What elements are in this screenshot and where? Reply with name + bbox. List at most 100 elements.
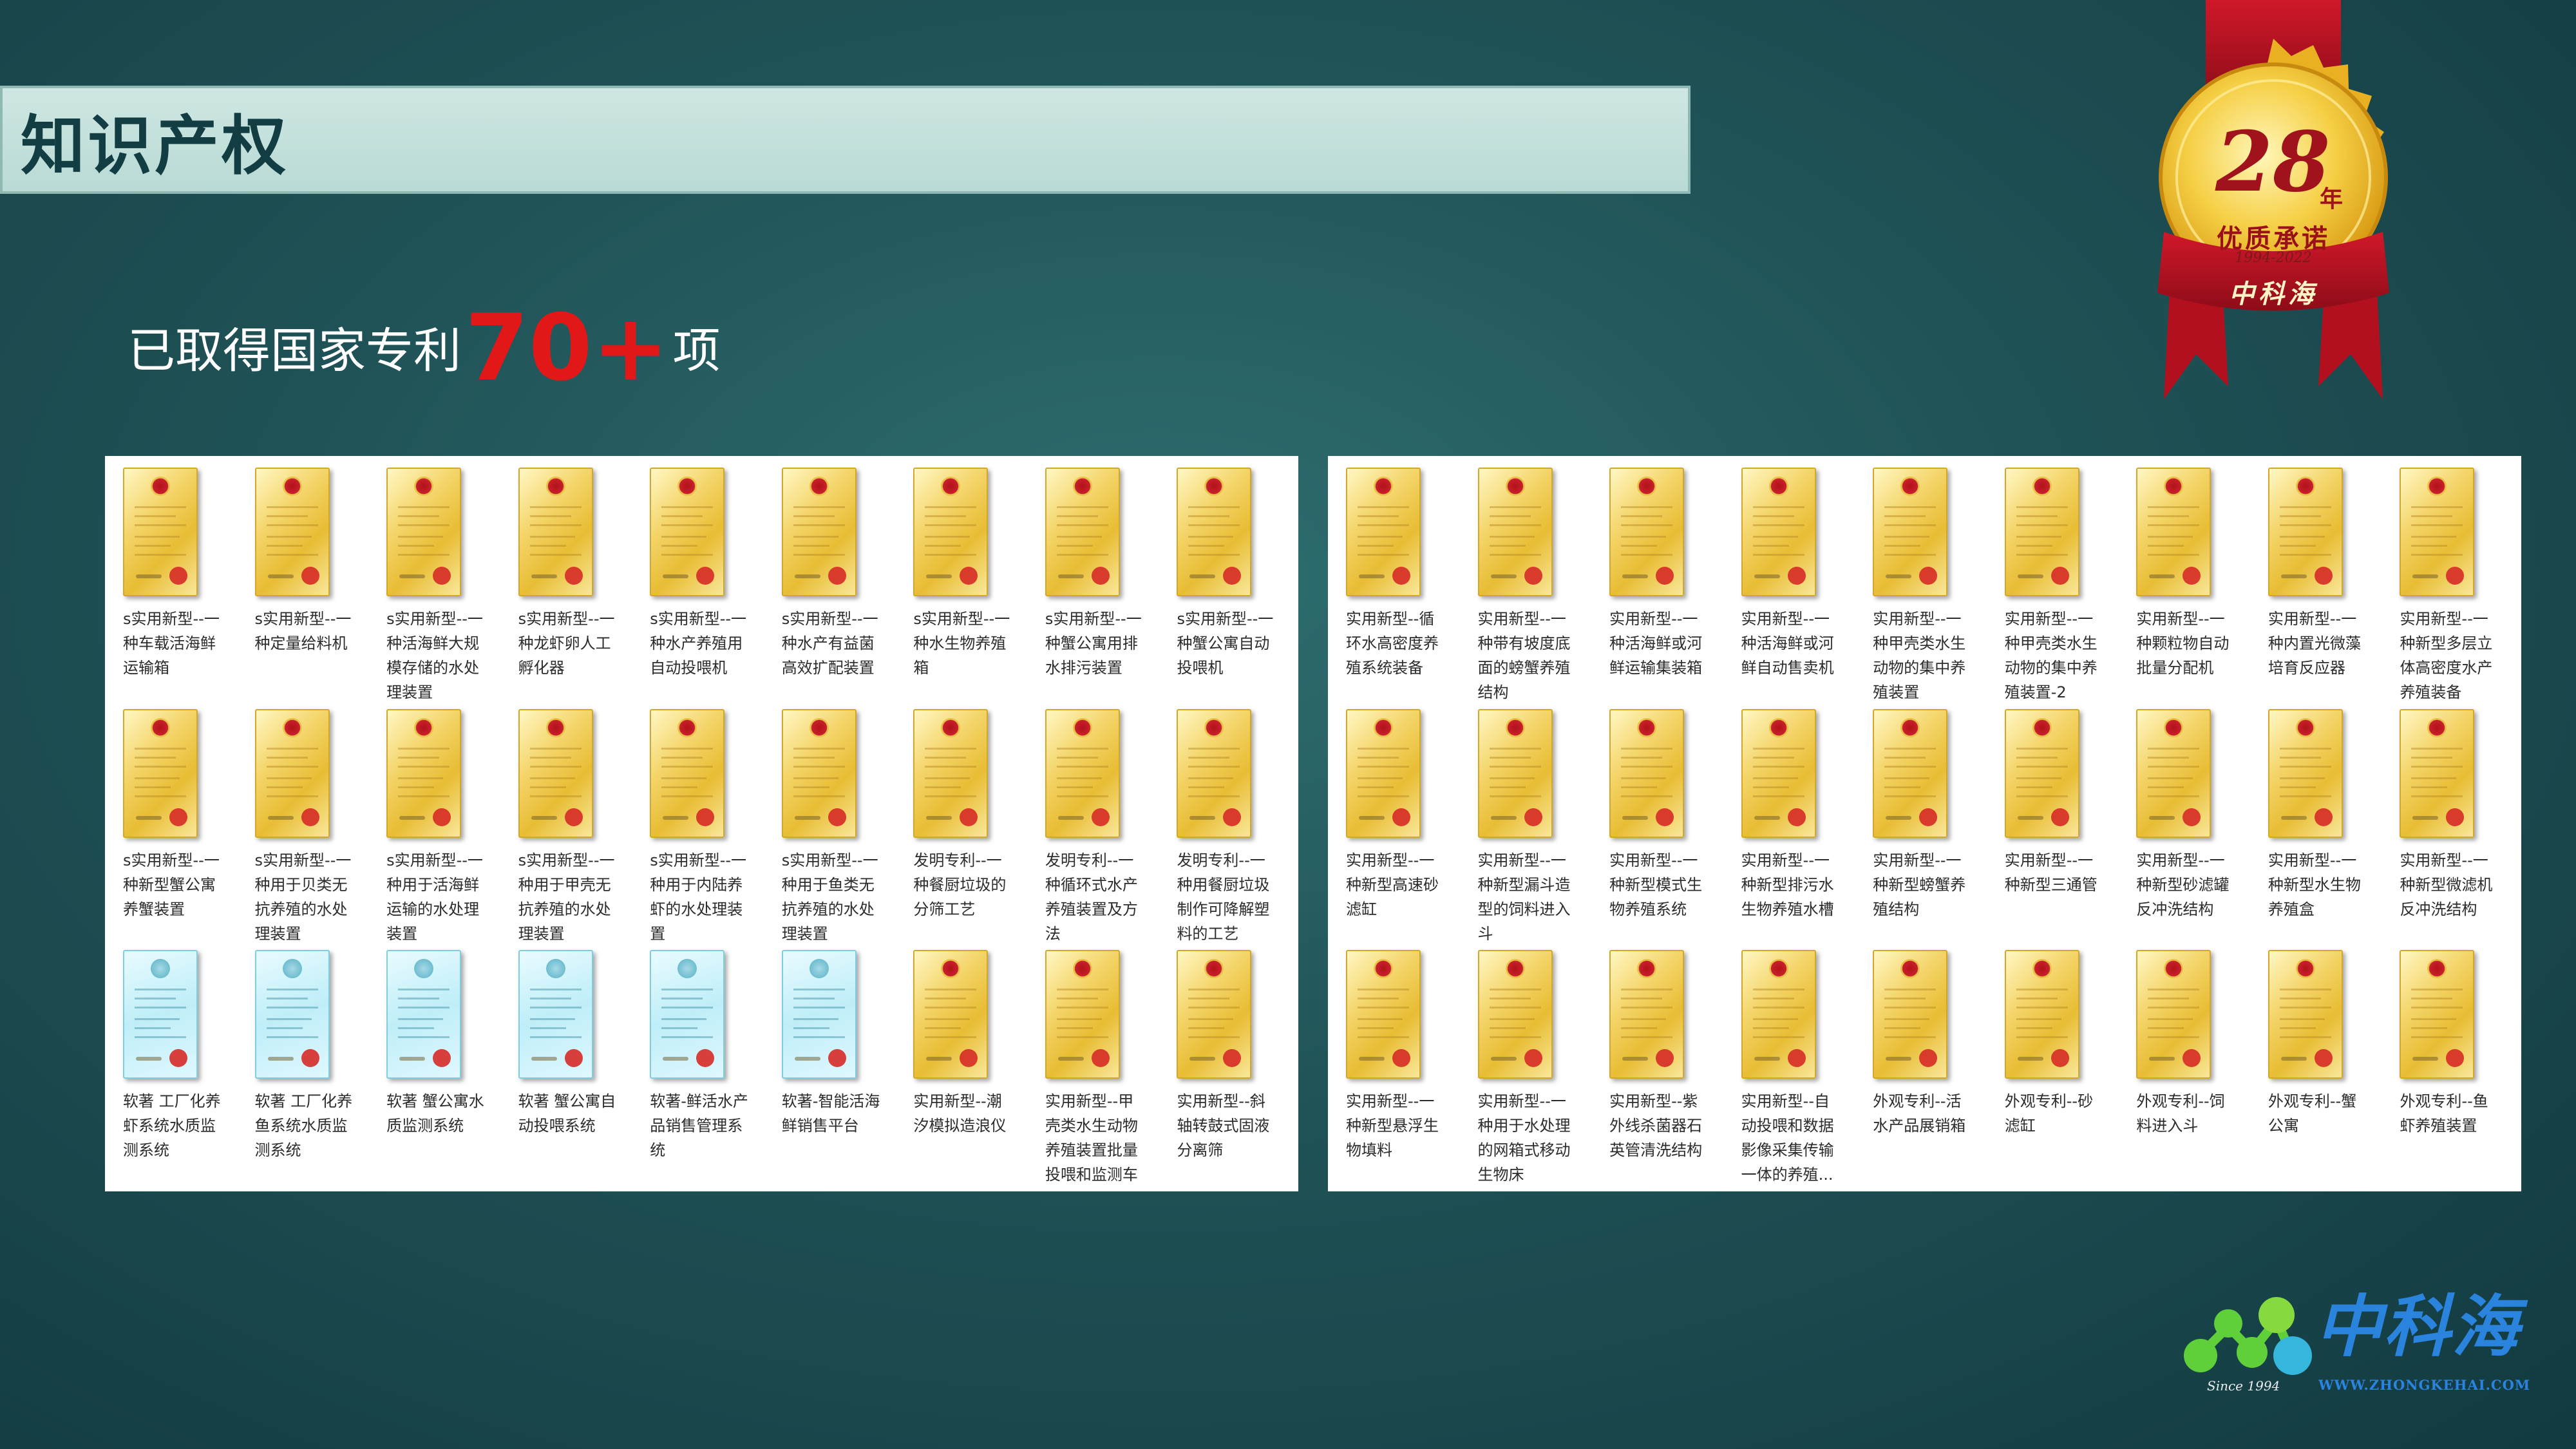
patent-certificate-icon[interactable] (913, 468, 989, 596)
patent-certificate-icon[interactable] (1873, 950, 1948, 1079)
patent-item[interactable]: 发明专利--一种循环式水产养殖装置及方法 (1032, 704, 1162, 945)
patent-item[interactable]: 外观专利--鱼虾养殖装置 (2387, 945, 2516, 1186)
patent-item[interactable]: 发明专利--一种用餐厨垃圾制作可降解塑料的工艺 (1164, 704, 1293, 945)
patent-certificate-icon[interactable] (1346, 468, 1421, 596)
patent-item[interactable]: s实用新型--一种水产有益菌高效扩配装置 (769, 462, 898, 704)
patent-certificate-icon[interactable] (2400, 708, 2475, 838)
patent-item[interactable]: 实用新型--一种甲壳类水生动物的集中养殖装置-2 (1992, 462, 2121, 704)
patent-item[interactable]: 实用新型--一种活海鲜或河鲜自动售卖机 (1728, 462, 1858, 704)
patent-certificate-icon[interactable] (1177, 468, 1252, 596)
software-copyright-certificate-icon[interactable] (781, 950, 857, 1079)
patent-certificate-icon[interactable] (2004, 708, 2079, 838)
patent-item[interactable]: 软著 工厂化养鱼系统水质监测系统 (242, 945, 372, 1186)
patent-certificate-icon[interactable] (1477, 708, 1553, 838)
patent-certificate-icon[interactable] (2268, 950, 2343, 1079)
patent-item[interactable]: 实用新型--一种颗粒物自动批量分配机 (2123, 462, 2253, 704)
patent-item[interactable]: 软著 工厂化养虾系统水质监测系统 (110, 945, 240, 1186)
patent-certificate-icon[interactable] (254, 468, 330, 596)
software-copyright-certificate-icon[interactable] (650, 950, 725, 1079)
software-copyright-certificate-icon[interactable] (518, 950, 593, 1079)
patent-certificate-icon[interactable] (913, 708, 989, 838)
patent-item[interactable]: s实用新型--一种蟹公寓自动投喂机 (1164, 462, 1293, 704)
patent-item[interactable]: 实用新型--一种新型排污水生物养殖水槽 (1728, 704, 1858, 945)
patent-item[interactable]: 实用新型--循环水高密度养殖系统装备 (1333, 462, 1463, 704)
patent-item[interactable]: 软著-智能活海鲜销售平台 (769, 945, 898, 1186)
patent-item[interactable]: 外观专利--砂滤缸 (1992, 945, 2121, 1186)
patent-item[interactable]: 软著 蟹公寓水质监测系统 (374, 945, 503, 1186)
patent-item[interactable]: 实用新型--一种新型多层立体高密度水产养殖装备 (2387, 462, 2516, 704)
patent-certificate-icon[interactable] (1609, 708, 1685, 838)
patent-certificate-icon[interactable] (2004, 950, 2079, 1079)
patent-item[interactable]: 实用新型--自动投喂和数据影像采集传输一体的养殖... (1728, 945, 1858, 1186)
patent-item[interactable]: 实用新型--甲壳类水生动物养殖装置批量投喂和监测车 (1032, 945, 1162, 1186)
patent-item[interactable]: 实用新型--一种用于水处理的网箱式移动生物床 (1465, 945, 1595, 1186)
patent-item[interactable]: 软著-鲜活水产品销售管理系统 (637, 945, 766, 1186)
patent-certificate-icon[interactable] (386, 708, 462, 838)
patent-certificate-icon[interactable] (1477, 468, 1553, 596)
patent-item[interactable]: s实用新型--一种活海鲜大规模存储的水处理装置 (374, 462, 503, 704)
software-copyright-certificate-icon[interactable] (386, 950, 462, 1079)
patent-item[interactable]: 软著 蟹公寓自动投喂系统 (506, 945, 635, 1186)
patent-item[interactable]: s实用新型--一种用于贝类无抗养殖的水处理装置 (242, 704, 372, 945)
patent-item[interactable]: s实用新型--一种水生物养殖箱 (900, 462, 1030, 704)
patent-item[interactable]: 实用新型--斜轴转鼓式固液分离筛 (1164, 945, 1293, 1186)
patent-item[interactable]: s实用新型--一种蟹公寓用排水排污装置 (1032, 462, 1162, 704)
patent-certificate-icon[interactable] (254, 708, 330, 838)
patent-item[interactable]: 外观专利--饲料进入斗 (2123, 945, 2253, 1186)
patent-item[interactable]: 发明专利--一种餐厨垃圾的分筛工艺 (900, 704, 1030, 945)
patent-certificate-icon[interactable] (1045, 708, 1120, 838)
patent-certificate-icon[interactable] (518, 468, 593, 596)
patent-certificate-icon[interactable] (781, 468, 857, 596)
patent-item[interactable]: s实用新型--一种定量给料机 (242, 462, 372, 704)
patent-certificate-icon[interactable] (913, 950, 989, 1079)
patent-certificate-icon[interactable] (123, 468, 198, 596)
patent-certificate-icon[interactable] (1477, 950, 1553, 1079)
patent-item[interactable]: s实用新型--一种龙虾卵人工孵化器 (506, 462, 635, 704)
patent-certificate-icon[interactable] (1045, 950, 1120, 1079)
patent-item[interactable]: s实用新型--一种用于内陆养虾的水处理装置 (637, 704, 766, 945)
patent-certificate-icon[interactable] (650, 468, 725, 596)
patent-item[interactable]: s实用新型--一种新型蟹公寓养蟹装置 (110, 704, 240, 945)
patent-certificate-icon[interactable] (1741, 950, 1816, 1079)
patent-certificate-icon[interactable] (781, 708, 857, 838)
patent-item[interactable]: 实用新型--一种新型螃蟹养殖结构 (1860, 704, 1989, 945)
patent-item[interactable]: 实用新型--一种新型漏斗造型的饲料进入斗 (1465, 704, 1595, 945)
patent-certificate-icon[interactable] (1609, 468, 1685, 596)
patent-item[interactable]: s实用新型--一种用于活海鲜运输的水处理装置 (374, 704, 503, 945)
patent-item[interactable]: 实用新型--潮汐模拟造浪仪 (900, 945, 1030, 1186)
patent-item[interactable]: s实用新型--一种用于鱼类无抗养殖的水处理装置 (769, 704, 898, 945)
patent-certificate-icon[interactable] (1741, 708, 1816, 838)
patent-certificate-icon[interactable] (1741, 468, 1816, 596)
patent-certificate-icon[interactable] (386, 468, 462, 596)
software-copyright-certificate-icon[interactable] (123, 950, 198, 1079)
patent-item[interactable]: 实用新型--一种活海鲜或河鲜运输集装箱 (1596, 462, 1726, 704)
patent-item[interactable]: 实用新型--一种新型高速砂滤缸 (1333, 704, 1463, 945)
patent-item[interactable]: 外观专利--蟹公寓 (2255, 945, 2385, 1186)
patent-certificate-icon[interactable] (518, 708, 593, 838)
patent-item[interactable]: 实用新型--一种新型微滤机反冲洗结构 (2387, 704, 2516, 945)
software-copyright-certificate-icon[interactable] (254, 950, 330, 1079)
patent-item[interactable]: 实用新型--紫外线杀菌器石英管清洗结构 (1596, 945, 1726, 1186)
patent-certificate-icon[interactable] (2400, 468, 2475, 596)
patent-certificate-icon[interactable] (1045, 468, 1120, 596)
patent-certificate-icon[interactable] (1346, 708, 1421, 838)
patent-item[interactable]: 实用新型--一种新型悬浮生物填料 (1333, 945, 1463, 1186)
patent-item[interactable]: 外观专利--活水产品展销箱 (1860, 945, 1989, 1186)
patent-certificate-icon[interactable] (1609, 950, 1685, 1079)
patent-item[interactable]: s实用新型--一种水产养殖用自动投喂机 (637, 462, 766, 704)
patent-item[interactable]: 实用新型--一种带有坡度底面的螃蟹养殖结构 (1465, 462, 1595, 704)
patent-certificate-icon[interactable] (1177, 950, 1252, 1079)
patent-certificate-icon[interactable] (1873, 468, 1948, 596)
patent-item[interactable]: 实用新型--一种新型三通管 (1992, 704, 2121, 945)
patent-item[interactable]: 实用新型--一种新型模式生物养殖系统 (1596, 704, 1726, 945)
patent-certificate-icon[interactable] (1873, 708, 1948, 838)
patent-certificate-icon[interactable] (2004, 468, 2079, 596)
patent-item[interactable]: s实用新型--一种车载活海鲜运输箱 (110, 462, 240, 704)
patent-certificate-icon[interactable] (1177, 708, 1252, 838)
patent-certificate-icon[interactable] (2136, 468, 2211, 596)
patent-certificate-icon[interactable] (2136, 950, 2211, 1079)
patent-item[interactable]: 实用新型--一种内置光微藻培育反应器 (2255, 462, 2385, 704)
patent-certificate-icon[interactable] (2268, 468, 2343, 596)
patent-item[interactable]: 实用新型--一种新型水生物养殖盒 (2255, 704, 2385, 945)
patent-certificate-icon[interactable] (1346, 950, 1421, 1079)
